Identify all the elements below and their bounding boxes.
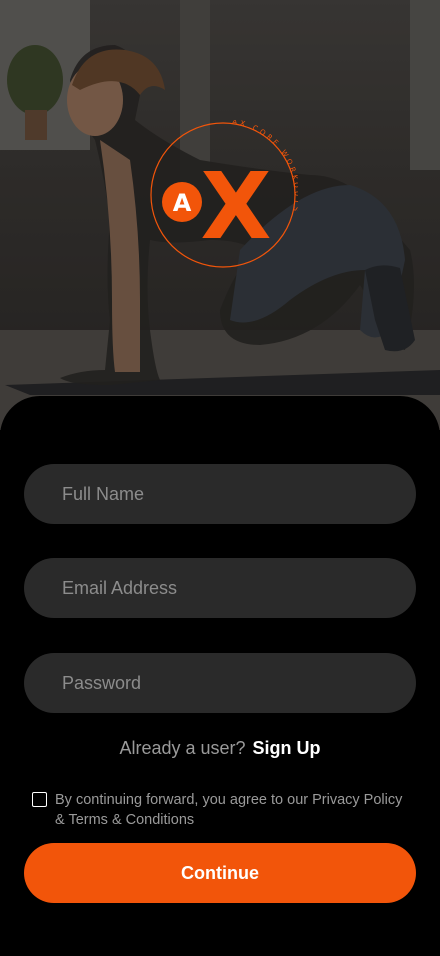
terms-text: By continuing forward, you agree to our … (55, 792, 403, 828)
password-field[interactable] (24, 653, 416, 713)
continue-button[interactable]: Continue (24, 843, 416, 903)
logo-x-letter: X (201, 153, 272, 260)
logo-a-letter: A (173, 189, 192, 217)
signin-prompt-text: Already a user? (119, 738, 246, 758)
email-input[interactable] (62, 577, 378, 599)
sign-up-link[interactable]: Sign Up (253, 738, 321, 758)
brand-logo: AX CORE WORKOUTS X A (150, 120, 298, 268)
signin-prompt: Already a user? Sign Up (0, 738, 440, 759)
email-field[interactable] (24, 558, 416, 618)
terms-agreement: By continuing forward, you agree to our … (32, 790, 412, 830)
terms-checkbox[interactable] (32, 792, 47, 807)
password-input[interactable] (62, 672, 378, 694)
hero-image: AX CORE WORKOUTS X A (0, 0, 440, 430)
full-name-input[interactable] (62, 483, 378, 505)
full-name-field[interactable] (24, 464, 416, 524)
